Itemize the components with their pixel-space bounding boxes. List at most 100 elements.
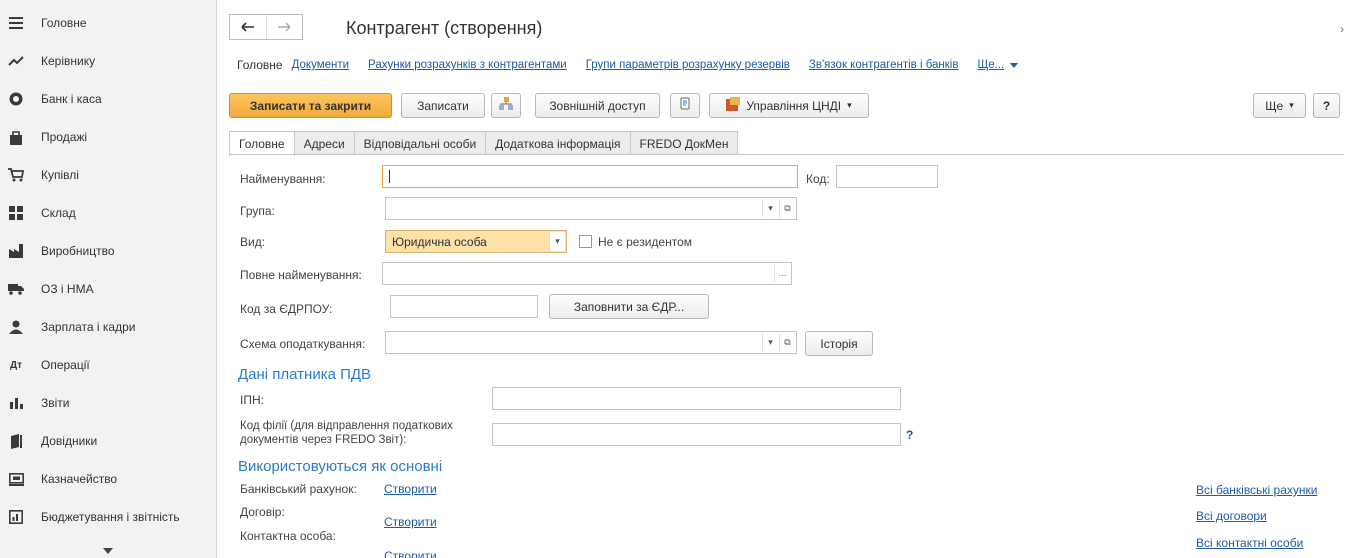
tab-addresses[interactable]: Адреси	[293, 131, 355, 155]
sidebar-item-purchases[interactable]: Купівлі	[0, 156, 216, 194]
tax-scheme-label: Схема оподаткування:	[240, 337, 366, 351]
page-title: Контрагент (створення)	[346, 18, 543, 38]
ipn-label: ІПН:	[240, 393, 264, 407]
nav-link-bank-links[interactable]: Зв'язок контрагентів і банків	[809, 59, 959, 71]
open-icon[interactable]: ⧉	[779, 200, 795, 217]
save-button[interactable]: Записати	[401, 93, 485, 118]
sidebar-item-label: Зарплата і кадри	[41, 320, 136, 334]
cndi-icon	[726, 97, 741, 114]
sidebar-item-label: Операції	[41, 358, 90, 372]
tab-main[interactable]: Головне	[229, 131, 295, 156]
sidebar-item-sales[interactable]: Продажі	[0, 118, 216, 156]
all-contacts-link[interactable]: Всі контактні особи	[1196, 536, 1303, 550]
save-and-close-button[interactable]: Записати та закрити	[229, 93, 392, 118]
sidebar-item-operations[interactable]: Дт Операції	[0, 346, 216, 384]
truck-icon	[8, 281, 24, 297]
person-icon	[8, 319, 24, 335]
cart-icon	[8, 167, 24, 183]
hierarchy-icon	[499, 97, 513, 114]
help-icon[interactable]: ?	[906, 428, 913, 442]
sidebar-scroll-down-icon[interactable]	[103, 548, 113, 554]
chevron-down-icon[interactable]: ▾	[762, 200, 778, 217]
sidebar-item-salary[interactable]: Зарплата і кадри	[0, 308, 216, 346]
sidebar-item-directories[interactable]: Довідники	[0, 422, 216, 460]
factory-icon	[8, 243, 24, 259]
create-contract-link[interactable]: Створити	[384, 515, 437, 529]
sidebar-item-label: Виробництво	[41, 244, 115, 258]
ipn-input[interactable]	[492, 387, 901, 410]
nav-buttons	[229, 14, 303, 40]
nav-more-link[interactable]: Ще...	[977, 59, 1004, 71]
code-input[interactable]	[836, 165, 938, 188]
sidebar-item-budgeting[interactable]: Бюджетування і звітність	[0, 498, 216, 536]
more-button[interactable]: Ще ▾	[1253, 93, 1306, 118]
ellipsis-icon[interactable]: …	[774, 265, 790, 282]
sales-icon	[8, 129, 24, 145]
attachments-button[interactable]	[670, 93, 700, 118]
all-bank-accounts-link[interactable]: Всі банківські рахунки	[1196, 483, 1318, 497]
fill-from-edr-button[interactable]: Заповнити за ЄДР...	[549, 294, 709, 319]
sidebar-item-fixed-assets[interactable]: ОЗ і НМА	[0, 270, 216, 308]
create-contact-link-clip: Створити	[384, 546, 437, 558]
branch-label-line1: Код філії (для відправлення податкових	[240, 420, 453, 432]
sidebar-item-bank[interactable]: Банк і каса	[0, 80, 216, 118]
close-icon[interactable]: ›	[1340, 22, 1344, 36]
kind-label: Вид:	[240, 235, 266, 249]
group-select[interactable]: ▾ ⧉	[385, 197, 797, 220]
edrpou-label: Код за ЄДРПОУ:	[240, 302, 333, 316]
fullname-input[interactable]: …	[382, 262, 792, 285]
forward-arrow-icon[interactable]	[267, 15, 303, 39]
tab-additional-info[interactable]: Додаткова інформація	[485, 131, 631, 155]
sidebar-item-manager[interactable]: Керівнику	[0, 42, 216, 80]
edrpou-input[interactable]	[390, 295, 538, 318]
nonresident-checkbox[interactable]	[579, 235, 592, 248]
sidebar-item-warehouse[interactable]: Склад	[0, 194, 216, 232]
create-bank-account-link[interactable]: Створити	[384, 482, 437, 496]
chevron-down-icon[interactable]: ▾	[549, 232, 565, 251]
fullname-label: Повне найменування:	[240, 268, 362, 282]
group-label: Група:	[240, 204, 275, 218]
sidebar-item-label: Банк і каса	[41, 92, 102, 106]
paperclip-icon	[678, 97, 692, 114]
external-access-button[interactable]: Зовнішній доступ	[535, 93, 660, 118]
kind-select[interactable]: Юридична особа ▾	[385, 230, 567, 253]
sidebar-item-label: Довідники	[41, 434, 98, 448]
all-contracts-link[interactable]: Всі договори	[1196, 509, 1267, 523]
code-label: Код:	[806, 172, 830, 186]
chevron-down-icon[interactable]	[1010, 62, 1019, 68]
tab-fredo-dokmen[interactable]: FREDO ДокМен	[629, 131, 739, 155]
name-label: Найменування:	[240, 172, 326, 186]
help-button[interactable]: ?	[1313, 93, 1340, 118]
sidebar-item-label: Продажі	[41, 130, 88, 144]
kind-value: Юридична особа	[392, 235, 487, 249]
sidebar-item-treasury[interactable]: Казначейство	[0, 460, 216, 498]
sidebar-item-production[interactable]: Виробництво	[0, 232, 216, 270]
form-navigation: Головне Документи Рахунки розрахунків з …	[237, 58, 1019, 72]
tax-scheme-select[interactable]: ▾ ⧉	[385, 331, 797, 354]
structure-button[interactable]	[491, 93, 521, 118]
nav-link-settlement-accounts[interactable]: Рахунки розрахунків з контрагентами	[368, 59, 567, 71]
back-arrow-icon[interactable]	[230, 15, 267, 39]
bank-account-label: Банківський рахунок:	[240, 482, 357, 496]
contract-label: Договір:	[240, 505, 285, 519]
open-icon[interactable]: ⧉	[779, 334, 795, 351]
sidebar-item-reports[interactable]: Звіти	[0, 384, 216, 422]
name-input[interactable]	[382, 165, 798, 188]
branch-code-input[interactable]	[492, 423, 901, 446]
nav-link-reserve-groups[interactable]: Групи параметрів розрахунку резервів	[586, 59, 790, 71]
chevron-down-icon[interactable]: ▾	[762, 334, 778, 351]
nav-current-main: Головне	[237, 58, 283, 72]
sidebar-item-label: ОЗ і НМА	[41, 282, 94, 296]
manage-cndi-button[interactable]: Управління ЦНДІ ▾	[709, 93, 869, 118]
branch-label-line2: документів через FREDO Звіт):	[240, 434, 407, 446]
sidebar-item-label: Керівнику	[41, 54, 96, 68]
tab-responsible-persons[interactable]: Відповідальні особи	[353, 131, 487, 155]
sidebar-item-label: Бюджетування і звітність	[41, 510, 180, 524]
sidebar: Головне Керівнику Банк і каса Продажі Ку…	[0, 0, 217, 558]
sidebar-item-main[interactable]: Головне	[0, 4, 216, 42]
bank-icon	[8, 91, 24, 107]
create-contact-link[interactable]: Створити	[384, 549, 437, 558]
sidebar-item-label: Казначейство	[41, 472, 118, 486]
nav-link-documents[interactable]: Документи	[292, 59, 349, 71]
history-button[interactable]: Історія	[805, 331, 873, 356]
